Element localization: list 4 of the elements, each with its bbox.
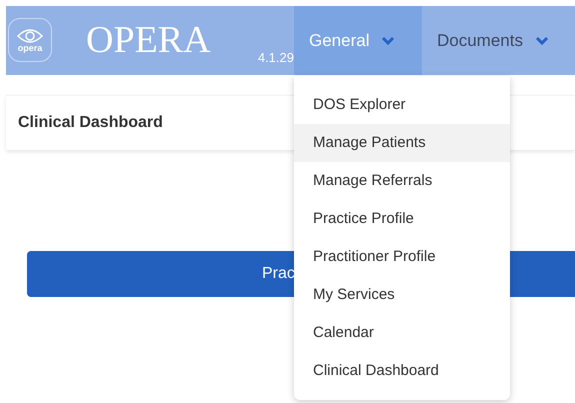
page-title: Clinical Dashboard (18, 113, 163, 133)
logo-text: opera (18, 44, 42, 52)
app-title: OPERA (86, 21, 211, 61)
version-label: 4.1.29 (258, 51, 294, 64)
